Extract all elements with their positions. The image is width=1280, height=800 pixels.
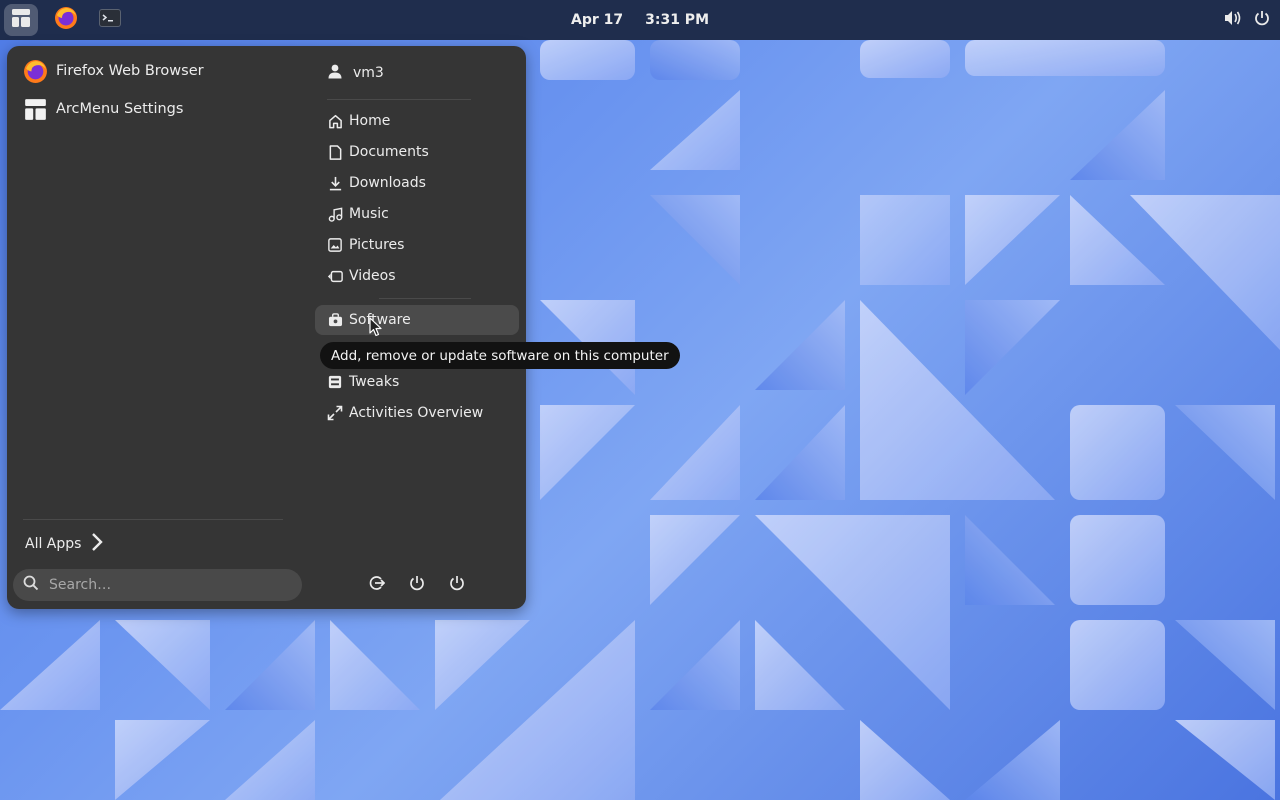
music-icon [327,206,343,222]
all-apps-button[interactable]: All Apps [25,531,104,557]
power-off-button[interactable] [445,573,469,597]
restart-button[interactable] [405,573,429,597]
tweaks-icon [327,374,343,390]
arcmenu-settings-icon [23,97,48,122]
place-label: Pictures [349,237,405,253]
volume-icon[interactable] [1224,10,1242,30]
software-icon [327,312,343,328]
separator [327,99,471,100]
log-out-button[interactable] [365,573,389,597]
pinned-app-firefox[interactable]: Firefox Web Browser [23,56,293,86]
picture-icon [327,237,343,253]
arcmenu-popup: Firefox Web Browser ArcMenu Settings vm3… [7,46,526,609]
search-input[interactable] [47,576,291,594]
place-label: Documents [349,144,429,160]
place-label: Downloads [349,175,426,191]
place-music[interactable]: Music [315,199,519,229]
download-icon [327,175,343,191]
clock[interactable]: Apr 17 3:31 PM [0,0,1280,40]
place-label: Music [349,206,389,222]
separator [23,519,283,520]
place-pictures[interactable]: Pictures [315,230,519,260]
home-icon [327,113,343,129]
tool-label: Activities Overview [349,405,484,421]
place-documents[interactable]: Documents [315,137,519,167]
user-account[interactable]: vm3 [327,59,384,87]
expand-icon [327,405,343,421]
chevron-right-icon [91,532,104,556]
user-name: vm3 [353,65,384,81]
tool-activities-overview[interactable]: Activities Overview [315,398,519,428]
place-downloads[interactable]: Downloads [315,168,519,198]
user-icon [327,63,343,83]
search-icon [23,575,39,595]
top-panel: Apr 17 3:31 PM [0,0,1280,40]
power-icon [449,575,465,595]
tool-tweaks[interactable]: Tweaks [315,367,519,397]
document-icon [327,144,343,160]
clock-time: 3:31 PM [645,12,709,28]
power-icon[interactable] [1254,10,1270,30]
clock-date: Apr 17 [570,12,624,28]
place-label: Videos [349,268,396,284]
system-tray[interactable] [1224,0,1270,40]
search-box[interactable] [13,569,302,601]
mouse-cursor-icon [369,317,383,341]
separator [379,298,471,299]
pinned-app-arcmenu-settings[interactable]: ArcMenu Settings [23,94,293,124]
session-buttons [365,573,469,597]
restart-icon [409,575,425,595]
all-apps-label: All Apps [25,536,82,552]
place-label: Home [349,113,391,129]
pinned-app-label: ArcMenu Settings [56,101,184,117]
firefox-icon [23,59,48,84]
place-videos[interactable]: Videos [315,261,519,291]
place-home[interactable]: Home [315,106,519,136]
tool-label: Tweaks [349,374,400,390]
pinned-app-label: Firefox Web Browser [56,63,204,79]
tool-software[interactable]: Software [315,305,519,335]
video-icon [327,268,343,284]
log-out-icon [369,575,386,595]
software-tooltip: Add, remove or update software on this c… [320,342,680,369]
